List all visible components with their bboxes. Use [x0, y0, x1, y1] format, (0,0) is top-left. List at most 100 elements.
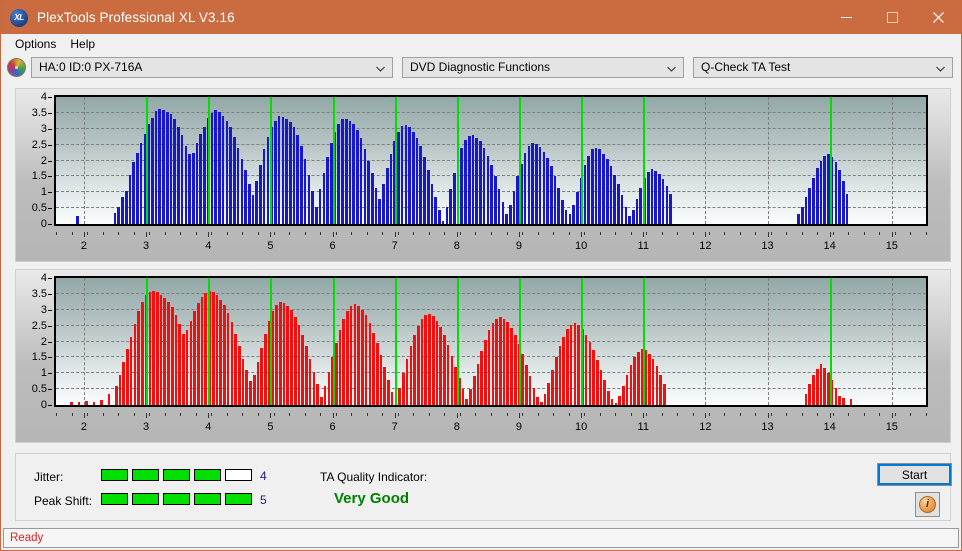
chart-bar	[301, 335, 304, 405]
chart-bar	[549, 166, 553, 224]
chart-bar	[469, 389, 472, 405]
selector-toolbar: HA:0 ID:0 PX-716A DVD Diagnostic Functio…	[1, 54, 961, 80]
y-axis-tick	[48, 341, 52, 343]
x-axis-tick-label: 12	[699, 421, 712, 433]
chart-bar	[323, 385, 327, 405]
function-select-value: DVD Diagnostic Functions	[410, 60, 551, 74]
chart-bar	[152, 290, 155, 405]
chart-bar	[316, 384, 319, 405]
chart-bar	[553, 176, 557, 224]
x-axis-minor-tick	[366, 413, 368, 416]
chart-bar	[162, 110, 165, 224]
chart-bar	[538, 147, 542, 224]
sector-marker	[581, 97, 584, 224]
chart-bar	[617, 184, 620, 224]
chart-bar	[184, 146, 188, 224]
peak-shift-chart-plot[interactable]	[54, 276, 928, 407]
x-axis-minor-tick	[226, 232, 228, 235]
chart-bar	[562, 336, 565, 405]
chart-bar	[834, 387, 838, 405]
chart-bar	[400, 125, 404, 224]
chart-bar	[124, 190, 128, 224]
chart-bar	[413, 335, 416, 405]
x-axis-minor-tick	[242, 413, 244, 416]
chart-bar	[471, 135, 475, 224]
x-axis-tick	[208, 413, 210, 418]
chart-bar	[423, 157, 426, 224]
x-axis-minor-tick	[537, 413, 539, 416]
chart-bar	[372, 332, 375, 405]
close-icon[interactable]	[915, 1, 961, 34]
chart-bar	[595, 359, 599, 405]
chart-bar	[420, 318, 424, 405]
gridline-horizontal	[56, 308, 926, 310]
drive-select[interactable]: HA:0 ID:0 PX-716A	[31, 56, 393, 78]
chart-bar	[387, 379, 390, 405]
chart-bar	[219, 299, 222, 405]
chart-bar	[815, 168, 819, 224]
chart-bar	[450, 355, 454, 405]
maximize-icon[interactable]	[869, 1, 915, 34]
gridline-vertical	[767, 278, 769, 405]
menu-item-help[interactable]: Help	[63, 35, 102, 53]
x-axis-minor-tick	[351, 413, 353, 416]
x-axis-minor-tick	[755, 232, 757, 235]
function-select[interactable]: DVD Diagnostic Functions	[402, 56, 684, 78]
x-axis-minor-tick	[366, 232, 368, 235]
chart-bar	[290, 310, 293, 405]
chart-bar	[344, 118, 348, 224]
chart-bar	[390, 392, 394, 405]
chart-bar	[361, 309, 364, 405]
minimize-icon[interactable]	[823, 1, 869, 34]
chart-bar	[535, 144, 538, 224]
chart-bar	[334, 343, 338, 405]
x-axis-minor-tick	[568, 232, 570, 235]
x-axis-tick	[767, 232, 769, 237]
chart-bar	[439, 327, 442, 405]
x-axis-minor-tick	[413, 232, 415, 235]
x-axis-tick-label: 6	[329, 240, 336, 252]
x-axis-tick-label: 8	[453, 240, 460, 252]
chart-bar	[622, 385, 625, 405]
menu-item-options[interactable]: Options	[8, 35, 63, 53]
y-axis-tick-label: 3.5	[31, 287, 47, 300]
x-axis-minor-tick	[770, 232, 772, 235]
x-axis-tick-label: 3	[143, 240, 150, 252]
x-axis-tick	[643, 413, 645, 418]
gridline-horizontal	[56, 111, 926, 113]
chart-bar	[620, 195, 624, 224]
sector-marker	[208, 97, 211, 224]
chart-bar	[599, 370, 603, 405]
chart-bar	[348, 120, 352, 224]
gridline-vertical	[705, 97, 707, 224]
x-axis-tick-label: 4	[205, 240, 212, 252]
jitter-chart-plot[interactable]	[54, 95, 928, 226]
jitter-label: Jitter:	[34, 470, 64, 484]
start-button[interactable]: Start	[877, 463, 952, 486]
chart-bar	[379, 354, 383, 405]
test-select[interactable]: Q-Check TA Test	[693, 56, 953, 78]
x-axis-minor-tick	[926, 413, 927, 416]
x-axis-tick-label: 15	[885, 421, 898, 433]
sector-marker	[581, 278, 584, 405]
x-axis-tick	[705, 413, 707, 418]
x-axis-minor-tick	[71, 413, 73, 416]
x-axis-minor-tick	[351, 232, 353, 235]
chart-bar	[408, 127, 411, 224]
ta-quality-value: Very Good	[334, 490, 410, 507]
chart-bar	[577, 325, 580, 405]
chart-bar	[277, 116, 281, 224]
x-axis-tick-label: 14	[823, 240, 836, 252]
x-axis-minor-tick	[568, 413, 570, 416]
chart-bar	[501, 201, 505, 224]
x-axis-tick	[332, 232, 334, 237]
x-axis-tick	[146, 413, 148, 418]
x-axis-tick-label: 13	[761, 240, 774, 252]
chart-bar	[346, 311, 349, 405]
chart-bar	[297, 325, 301, 405]
chart-bar	[342, 319, 346, 405]
info-button[interactable]: i	[915, 492, 940, 517]
x-axis-minor-tick	[910, 232, 912, 235]
chart-bar	[374, 187, 378, 224]
chart-bar	[412, 131, 415, 224]
